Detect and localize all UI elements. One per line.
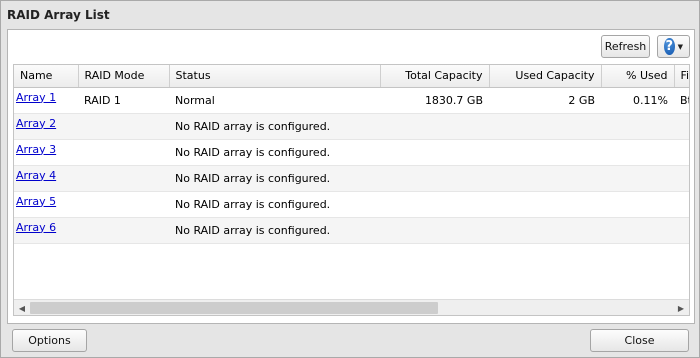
- raid-mode-cell: [78, 139, 169, 166]
- status-cell: No RAID array is configured.: [169, 191, 380, 218]
- raid-mode-cell: [78, 217, 169, 244]
- used-capacity-cell: [489, 113, 601, 140]
- array-link[interactable]: Array 5: [16, 195, 56, 208]
- array-link[interactable]: Array 6: [16, 221, 56, 234]
- help-menu-button[interactable]: ? ▼: [657, 35, 690, 58]
- total-capacity-cell: [380, 113, 489, 140]
- help-icon: ?: [664, 38, 675, 55]
- column-header-name[interactable]: Name: [14, 65, 79, 88]
- status-cell: Normal: [169, 87, 380, 114]
- used-capacity-cell: [489, 191, 601, 218]
- table-row[interactable]: Array 5 No RAID array is configured.: [14, 191, 689, 218]
- file-system-cell: [674, 139, 689, 166]
- close-button[interactable]: Close: [590, 329, 689, 352]
- raid-array-table: Name RAID Mode Status Total Capacity Use…: [13, 64, 690, 316]
- total-capacity-cell: 1830.7 GB: [380, 87, 489, 114]
- scrollbar-thumb[interactable]: [30, 302, 438, 314]
- array-link[interactable]: Array 2: [16, 117, 56, 130]
- percent-used-cell: 0.11%: [601, 87, 674, 114]
- raid-mode-cell: [78, 113, 169, 140]
- horizontal-scrollbar[interactable]: ◀ ▶: [14, 299, 689, 315]
- file-system-cell: [674, 113, 689, 140]
- table-header-row: Name RAID Mode Status Total Capacity Use…: [14, 65, 689, 88]
- raid-mode-cell: RAID 1: [78, 87, 169, 114]
- array-link[interactable]: Array 3: [16, 143, 56, 156]
- percent-used-cell: [601, 191, 674, 218]
- file-system-cell: [674, 191, 689, 218]
- file-system-cell: [674, 165, 689, 192]
- column-header-used-capacity[interactable]: Used Capacity: [489, 65, 602, 88]
- status-cell: No RAID array is configured.: [169, 217, 380, 244]
- used-capacity-cell: [489, 217, 601, 244]
- column-header-file-system[interactable]: File: [674, 65, 689, 88]
- total-capacity-cell: [380, 217, 489, 244]
- total-capacity-cell: [380, 139, 489, 166]
- refresh-button[interactable]: Refresh: [601, 35, 650, 58]
- status-cell: No RAID array is configured.: [169, 165, 380, 192]
- total-capacity-cell: [380, 191, 489, 218]
- total-capacity-cell: [380, 165, 489, 192]
- raid-mode-cell: [78, 165, 169, 192]
- percent-used-cell: [601, 113, 674, 140]
- column-header-raid-mode[interactable]: RAID Mode: [78, 65, 170, 88]
- status-cell: No RAID array is configured.: [169, 139, 380, 166]
- table-row[interactable]: Array 4 No RAID array is configured.: [14, 165, 689, 192]
- scroll-left-arrow-icon[interactable]: ◀: [14, 300, 30, 315]
- percent-used-cell: [601, 139, 674, 166]
- dialog-title: RAID Array List: [7, 8, 110, 22]
- column-header-status[interactable]: Status: [169, 65, 381, 88]
- file-system-cell: [674, 217, 689, 244]
- used-capacity-cell: 2 GB: [489, 87, 601, 114]
- percent-used-cell: [601, 165, 674, 192]
- column-header-total-capacity[interactable]: Total Capacity: [380, 65, 490, 88]
- array-link[interactable]: Array 1: [16, 91, 56, 104]
- table-row[interactable]: Array 3 No RAID array is configured.: [14, 139, 689, 166]
- table-row[interactable]: Array 1 RAID 1 Normal 1830.7 GB 2 GB 0.1…: [14, 87, 689, 114]
- used-capacity-cell: [489, 165, 601, 192]
- raid-mode-cell: [78, 191, 169, 218]
- status-cell: No RAID array is configured.: [169, 113, 380, 140]
- options-button[interactable]: Options: [12, 329, 87, 352]
- file-system-cell: Btrfs: [674, 87, 689, 114]
- used-capacity-cell: [489, 139, 601, 166]
- chevron-down-icon: ▼: [677, 42, 683, 51]
- array-link[interactable]: Array 4: [16, 169, 56, 182]
- percent-used-cell: [601, 217, 674, 244]
- content-panel: Refresh ? ▼ Name RAID Mode Status Total …: [7, 29, 695, 324]
- scroll-right-arrow-icon[interactable]: ▶: [673, 300, 689, 315]
- table-row[interactable]: Array 2 No RAID array is configured.: [14, 113, 689, 140]
- table-row[interactable]: Array 6 No RAID array is configured.: [14, 217, 689, 244]
- raid-array-list-dialog: RAID Array List Refresh ? ▼ Name RAID Mo…: [0, 0, 700, 358]
- column-header-percent-used[interactable]: % Used: [601, 65, 675, 88]
